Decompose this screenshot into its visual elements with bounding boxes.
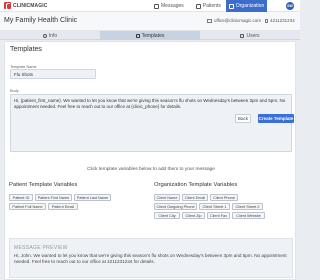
tab-info[interactable]: Info [0,31,100,40]
chip-client-phone[interactable]: Client Phone [210,194,238,201]
chat-icon [154,3,159,9]
clinic-email: office@clinicmagic.com [207,18,261,23]
tab-info-label: Info [48,32,58,39]
template-name-input[interactable]: Flu Shots [10,69,96,79]
gear-icon [228,3,234,9]
tab-users[interactable]: Users [200,31,300,40]
top-bar: CLINICMAGIC Messages Patients Organizati… [0,0,300,12]
avatar[interactable]: SW [286,2,294,10]
back-button[interactable]: Back [235,114,251,123]
top-nav: Messages Patients Organization [151,0,268,12]
phone-icon [265,18,268,23]
chip-patient-email[interactable]: Patient Email [48,203,78,210]
chip-client-email[interactable]: Client Email [182,194,208,201]
page-title: My Family Health Clinic [4,17,78,24]
logo[interactable]: CLINICMAGIC [4,2,48,10]
body-label: Body [10,89,19,93]
chip-client-city[interactable]: Client City [154,212,180,219]
chip-client-name[interactable]: Client Name [154,194,180,201]
info-icon [42,33,47,38]
preview-text: Hi, John. We wanted to let you know that… [14,253,287,265]
clinic-phone: 4211231234 [265,18,295,23]
variables-hint: Click template variables below to add th… [87,167,215,172]
users-icon [240,33,245,38]
chip-client-fax[interactable]: Client Fax [207,212,230,219]
preview-label: MESSAGE PREVIEW [14,245,68,251]
org-tabs: Info Templates Users [0,31,300,40]
create-template-button[interactable]: Create Template [258,114,294,123]
chip-client-street-1[interactable]: Client Street 1 [199,203,230,210]
chip-patient-first-name[interactable]: Patient First Name [35,194,72,201]
section-title: Templates [10,46,42,53]
clinic-email-text: office@clinicmagic.com [214,18,261,23]
nav-messages[interactable]: Messages [151,0,187,12]
nav-patients[interactable]: Patients [193,0,224,12]
nav-messages-label: Messages [161,3,184,9]
templates-card: Templates Template Name Flu Shots Body H… [4,41,296,280]
chip-patient-id[interactable]: Patient ID [9,194,33,201]
envelope-icon [207,18,212,23]
document-icon [135,33,140,38]
message-preview: MESSAGE PREVIEW Hi, John. We wanted to l… [9,238,293,278]
chip-client-street-2[interactable]: Client Street 2 [232,203,263,210]
tab-templates[interactable]: Templates [100,31,200,40]
chip-client-outgoing-phone[interactable]: Client Outgoing Phone [154,203,197,210]
nav-patients-label: Patients [202,3,221,9]
chip-client-website[interactable]: Client Website [232,212,265,219]
chip-patient-last-name[interactable]: Patient Last Name [74,194,111,201]
nav-organization[interactable]: Organization [225,0,268,12]
patient-vars-title: Patient Template Variables [9,182,78,188]
chip-patient-full-name[interactable]: Patient Full Name [9,203,46,210]
tab-users-label: Users [246,32,260,39]
nav-organization-label: Organization [235,3,265,9]
tab-templates-label: Templates [141,32,165,39]
logo-text: CLINICMAGIC [13,2,48,9]
org-vars-title: Organization Template Variables [154,182,238,188]
logo-icon [4,2,11,10]
template-body-textarea[interactable]: Hi, {patient_first_name}. We wanted to l… [10,94,292,152]
clinic-phone-text: 4211231234 [270,18,295,23]
people-icon [195,3,201,9]
chip-client-zip[interactable]: Client Zip [182,212,205,219]
clinic-header: My Family Health Clinic office@clinicmag… [0,12,300,31]
